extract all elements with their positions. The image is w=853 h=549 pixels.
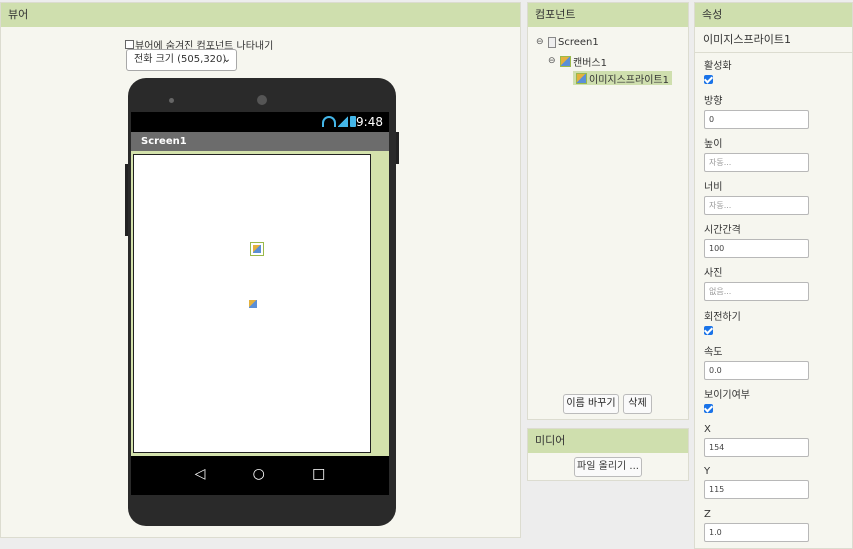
prop-speed: 속도	[704, 347, 809, 380]
phone-side-button	[125, 164, 128, 236]
rename-button[interactable]: 이름 바꾸기	[563, 394, 619, 414]
properties-header: 속성	[695, 3, 852, 27]
interval-input[interactable]	[704, 239, 809, 258]
properties-panel: 속성 이미지스프라이트1 활성화 방향 높이 너비 시간간격 사진 회전하기 속…	[694, 2, 853, 549]
z-input[interactable]	[704, 523, 809, 542]
recent-apps-icon: □	[312, 465, 326, 482]
upload-file-button[interactable]: 파일 올리기 ...	[574, 457, 642, 477]
prop-label: 사진	[704, 268, 723, 279]
tree-item-label: 캔버스1	[573, 57, 607, 69]
phone-size-value: 전화 크기 (505,320)	[134, 54, 227, 65]
rotates-checkbox[interactable]	[704, 326, 713, 335]
collapse-icon[interactable]: ⊖	[548, 56, 558, 66]
canvas-icon	[560, 55, 571, 67]
show-hidden-checkbox[interactable]	[125, 40, 134, 49]
components-panel: 컴포넌트 ⊖ Screen1 ⊖ 캔버스1 이미지스프라이트1 이름 바꾸기 삭…	[527, 2, 689, 420]
collapse-icon[interactable]: ⊖	[536, 37, 546, 47]
visible-checkbox[interactable]	[704, 404, 713, 413]
image-sprite-icon[interactable]	[250, 242, 264, 256]
prop-visible: 보이기여부	[704, 390, 750, 413]
prop-height: 높이	[704, 139, 809, 172]
width-input[interactable]	[704, 196, 809, 215]
canvas1[interactable]	[133, 154, 371, 453]
prop-enabled: 활성화	[704, 61, 732, 84]
back-icon: ◁	[194, 465, 206, 482]
enabled-checkbox[interactable]	[704, 75, 713, 84]
selected-component-name: 이미지스프라이트1	[695, 27, 852, 53]
tree-item-canvas[interactable]: ⊖ 캔버스1	[548, 54, 607, 69]
prop-picture: 사진	[704, 268, 809, 301]
prop-label: 시간간격	[704, 225, 741, 236]
prop-label: 회전하기	[704, 312, 741, 323]
prop-width: 너비	[704, 182, 809, 215]
tree-item-label: Screen1	[558, 36, 599, 48]
picture-input[interactable]	[704, 282, 809, 301]
media-header: 미디어	[528, 429, 688, 453]
phone-size-select[interactable]: 전화 크기 (505,320) ⌄	[126, 49, 237, 71]
prop-x: X	[704, 424, 809, 457]
heading-input[interactable]	[704, 110, 809, 129]
tree-item-screen[interactable]: ⊖ Screen1	[536, 35, 599, 49]
delete-button[interactable]: 삭제	[623, 394, 652, 414]
viewer-header: 뷰어	[1, 3, 520, 27]
canvas-container	[131, 151, 389, 456]
prop-label: 방향	[704, 96, 723, 107]
phone-screen: 9:48 Screen1 ◁ ○ □	[131, 112, 389, 495]
android-nav-bar: ◁ ○ □	[131, 456, 389, 491]
battery-icon	[350, 116, 356, 127]
prop-heading: 방향	[704, 96, 809, 129]
prop-label: 보이기여부	[704, 390, 750, 401]
status-bar: 9:48	[131, 112, 389, 132]
viewer-panel: 뷰어 뷰어에 숨겨진 컴포넌트 나타내기 전화 크기 (505,320) ⌄ 9…	[0, 2, 521, 538]
chevron-down-icon: ⌄	[222, 54, 231, 65]
prop-label: 활성화	[704, 61, 732, 72]
speaker-icon	[257, 95, 267, 105]
prop-rotates: 회전하기	[704, 312, 741, 335]
status-time: 9:48	[356, 115, 383, 129]
prop-label: 너비	[704, 182, 723, 193]
home-icon: ○	[252, 465, 265, 482]
media-panel: 미디어 파일 올리기 ...	[527, 428, 689, 481]
wifi-icon	[322, 116, 336, 127]
x-input[interactable]	[704, 438, 809, 457]
y-input[interactable]	[704, 480, 809, 499]
height-input[interactable]	[704, 153, 809, 172]
prop-label: 속도	[704, 347, 723, 358]
components-header: 컴포넌트	[528, 3, 688, 27]
prop-label: Y	[704, 466, 711, 477]
image-sprite-placeholder-icon[interactable]	[246, 297, 260, 311]
image-sprite-icon	[576, 72, 587, 84]
tree-item-label: 이미지스프라이트1	[589, 74, 669, 86]
prop-label: 높이	[704, 139, 723, 150]
prop-label: Z	[704, 509, 711, 520]
phone-mockup: 9:48 Screen1 ◁ ○ □	[125, 78, 399, 526]
signal-icon	[338, 116, 348, 127]
phone-power-button	[396, 132, 399, 164]
screen-icon	[548, 36, 556, 48]
prop-label: X	[704, 424, 711, 435]
tree-item-sprite[interactable]: 이미지스프라이트1	[573, 71, 672, 86]
prop-z: Z	[704, 509, 809, 542]
speed-input[interactable]	[704, 361, 809, 380]
screen-title-bar: Screen1	[131, 132, 389, 151]
camera-icon	[169, 98, 174, 103]
prop-interval: 시간간격	[704, 225, 809, 258]
prop-y: Y	[704, 466, 809, 499]
